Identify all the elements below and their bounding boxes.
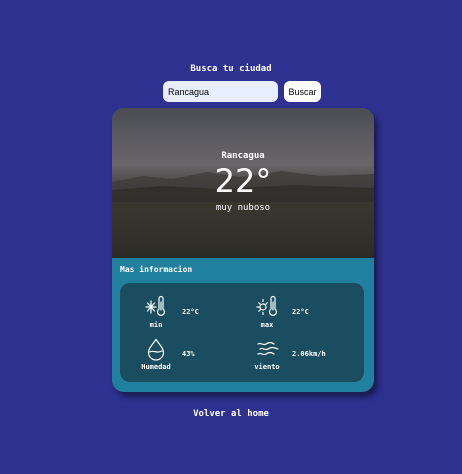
water-drop-icon bbox=[144, 337, 168, 361]
weather-card: Rancagua 22° muy nuboso Mas informacion … bbox=[112, 108, 374, 392]
back-home-link[interactable]: Volver al home bbox=[0, 409, 462, 419]
wind-value: 2.06km/h bbox=[292, 350, 326, 358]
wind-label: viento bbox=[254, 363, 280, 371]
city-search-input[interactable] bbox=[163, 81, 278, 102]
wind-icon bbox=[256, 337, 280, 361]
sun-thermometer-icon bbox=[256, 295, 280, 319]
max-label: max bbox=[260, 321, 274, 329]
max-value: 22°C bbox=[292, 308, 309, 316]
min-label: min bbox=[149, 321, 163, 329]
details-panel: min 22°C max 22°C Humedad 43% viento 2.0… bbox=[120, 283, 364, 382]
city-name: Rancagua bbox=[221, 151, 265, 161]
weather-condition: muy nuboso bbox=[215, 203, 271, 213]
search-title: Busca tu ciudad bbox=[190, 64, 272, 74]
humidity-label: Humedad bbox=[141, 363, 171, 371]
temperature: 22° bbox=[214, 162, 272, 200]
snow-thermometer-icon bbox=[144, 295, 168, 319]
min-value: 22°C bbox=[182, 308, 199, 316]
search-button[interactable]: Buscar bbox=[284, 81, 321, 102]
humidity-value: 43% bbox=[182, 350, 195, 358]
landscape-background: Rancagua 22° muy nuboso bbox=[112, 108, 374, 258]
details-title: Mas informacion bbox=[120, 265, 193, 274]
